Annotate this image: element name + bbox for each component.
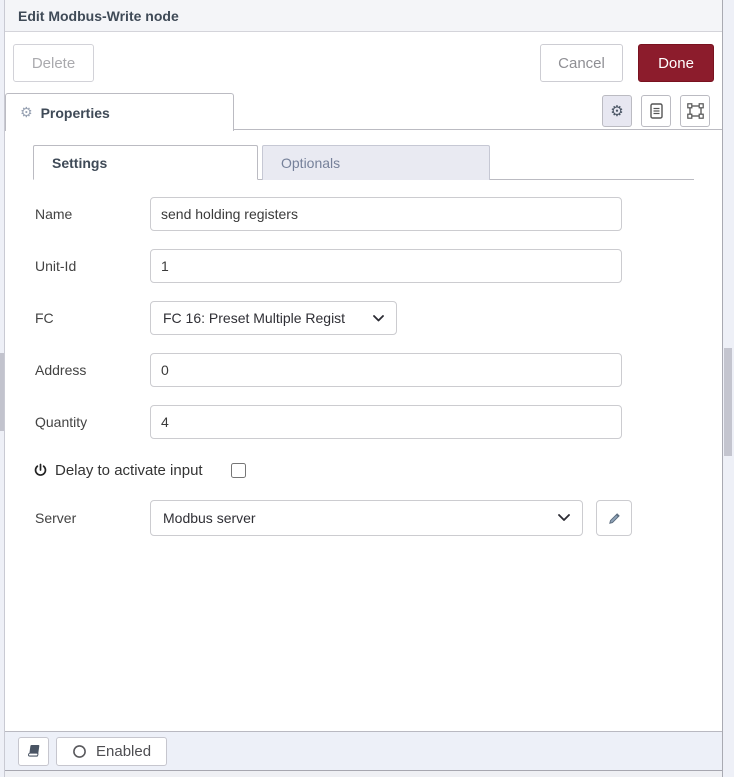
address-input[interactable]: [150, 353, 622, 387]
appearance-button[interactable]: [680, 95, 710, 127]
settings-form: Name Unit-Id FC FC 16: Preset Multiple R…: [5, 180, 722, 535]
fc-label: FC: [35, 310, 150, 326]
description-button[interactable]: [641, 95, 671, 127]
properties-gear-button[interactable]: ⚙︎: [602, 95, 632, 127]
tab-properties-label: Properties: [41, 105, 110, 121]
delay-checkbox[interactable]: [231, 463, 246, 478]
dialog-title: Edit Modbus-Write node: [18, 8, 179, 24]
cancel-button[interactable]: Cancel: [540, 44, 623, 82]
fc-select[interactable]: FC 16: Preset Multiple Regist: [150, 301, 397, 335]
tab-settings[interactable]: Settings: [33, 145, 258, 180]
power-icon: [33, 463, 48, 478]
unitid-row: Unit-Id: [35, 249, 722, 283]
chevron-down-icon: [373, 315, 384, 322]
server-label: Server: [35, 510, 150, 526]
delay-row: Delay to activate input: [35, 459, 722, 481]
edit-node-dialog: Edit Modbus-Write node Delete Cancel Don…: [0, 0, 734, 777]
dialog-toolbar: Delete Cancel Done: [5, 32, 722, 92]
left-scrollbar-thumb[interactable]: [0, 353, 4, 431]
settings-tab-bar: Settings Optionals: [33, 145, 694, 180]
name-label: Name: [35, 206, 150, 222]
delete-button[interactable]: Delete: [13, 44, 94, 82]
enabled-toggle-button[interactable]: Enabled: [56, 737, 167, 766]
enabled-label: Enabled: [96, 743, 151, 760]
address-row: Address: [35, 353, 722, 387]
tray-footer: Enabled: [5, 731, 722, 770]
unitid-input[interactable]: [150, 249, 622, 283]
pencil-icon: [607, 511, 622, 526]
server-row: Server Modbus server: [35, 501, 722, 535]
quantity-label: Quantity: [35, 414, 150, 430]
background-strip: [0, 771, 734, 777]
fc-row: FC FC 16: Preset Multiple Regist: [35, 301, 722, 335]
tray-tab-bar: ⚙︎ Properties ⚙︎: [5, 92, 722, 130]
delay-label: Delay to activate input: [55, 462, 203, 479]
quantity-input[interactable]: [150, 405, 622, 439]
tray-icon-buttons: ⚙︎: [602, 95, 710, 127]
server-select[interactable]: Modbus server: [150, 500, 583, 536]
tab-optionals[interactable]: Optionals: [262, 145, 490, 180]
address-label: Address: [35, 362, 150, 378]
name-input[interactable]: [150, 197, 622, 231]
gear-icon: ⚙︎: [610, 104, 623, 119]
unitid-label: Unit-Id: [35, 258, 150, 274]
delay-label-group: Delay to activate input: [33, 462, 203, 479]
appearance-icon: [687, 103, 704, 119]
done-button[interactable]: Done: [638, 44, 714, 82]
doc-icon: [650, 103, 663, 119]
gear-icon: ⚙︎: [20, 106, 33, 120]
quantity-row: Quantity: [35, 405, 722, 439]
name-row: Name: [35, 197, 722, 231]
book-icon: [26, 744, 41, 759]
fc-select-value: FC 16: Preset Multiple Regist: [163, 310, 345, 326]
node-info-button[interactable]: [18, 737, 49, 766]
properties-panel: Settings Optionals Name Unit-Id FC: [5, 130, 722, 731]
tab-properties[interactable]: ⚙︎ Properties: [5, 93, 234, 131]
tab-optionals-label: Optionals: [281, 155, 340, 171]
chevron-down-icon: [558, 514, 570, 522]
edit-tray: Edit Modbus-Write node Delete Cancel Don…: [5, 0, 722, 771]
server-edit-button[interactable]: [596, 500, 632, 536]
server-select-value: Modbus server: [163, 510, 256, 526]
dialog-header: Edit Modbus-Write node: [5, 0, 722, 32]
tab-settings-label: Settings: [52, 155, 107, 171]
circle-icon: [72, 744, 87, 759]
right-scrollbar-thumb[interactable]: [724, 348, 732, 456]
